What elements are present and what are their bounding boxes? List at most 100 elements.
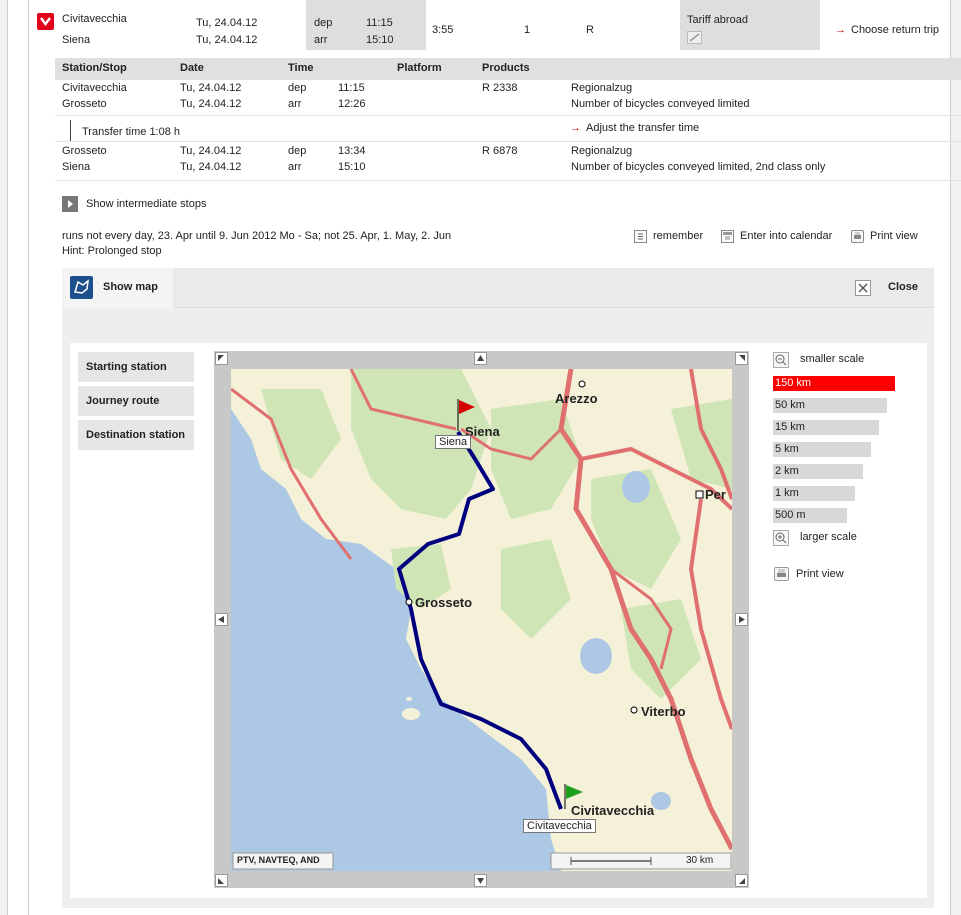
leg1-train-type: Regionalzug — [571, 82, 633, 94]
smaller-scale-link[interactable]: smaller scale — [800, 353, 864, 365]
enter-into-calendar-link[interactable]: Enter into calendar — [740, 230, 832, 242]
summary-arr-date: Tu, 24.04.12 — [196, 34, 258, 46]
summary-dep-time: 11:15 — [366, 17, 393, 29]
pan-west-arrow-icon[interactable] — [215, 613, 228, 626]
leg1-dep-station: Civitavecchia — [62, 82, 127, 94]
transfer-time: Transfer time 1:08 h — [82, 126, 181, 138]
leg2-dep-date: Tu, 24.04.12 — [180, 145, 242, 157]
map-label-civitavecchia: Civitavecchia — [571, 803, 655, 818]
tariff-icon[interactable] — [687, 31, 702, 44]
summary-duration: 3:55 — [432, 24, 454, 36]
map-label-viterbo: Viterbo — [641, 704, 686, 719]
divider — [55, 180, 961, 181]
map-station-box-civitavecchia[interactable]: Civitavecchia — [523, 819, 596, 833]
map-label-arezzo: Arezzo — [555, 391, 598, 406]
show-map-tab[interactable]: Show map — [62, 268, 173, 308]
adjust-transfer-link[interactable]: Adjust the transfer time — [586, 122, 699, 134]
header-time: Time — [288, 62, 314, 74]
summary-to-station: Siena — [62, 34, 91, 46]
leg1-dep-date: Tu, 24.04.12 — [180, 82, 242, 94]
hint-text: Hint: Prolonged stop — [62, 245, 162, 257]
map-print-icon[interactable] — [774, 567, 789, 581]
leg2-arr-station: Siena — [62, 161, 91, 173]
map-scale-label: 30 km — [686, 855, 714, 866]
zoom-in-icon[interactable] — [773, 530, 789, 546]
print-view-link[interactable]: Print view — [870, 230, 918, 242]
header-station: Station/Stop — [62, 62, 127, 74]
scale-2km[interactable]: 2 km — [773, 464, 863, 479]
arrow-icon: → — [835, 24, 846, 36]
leg2-dep-label: dep — [288, 145, 307, 157]
scale-500m[interactable]: 500 m — [773, 508, 847, 523]
journey-route-button[interactable]: Journey route — [78, 386, 194, 416]
scale-5km[interactable]: 5 km — [773, 442, 871, 457]
close-map-button[interactable]: Close — [888, 281, 918, 293]
transfer-line — [70, 120, 71, 142]
leg1-arr-label: arr — [288, 98, 302, 110]
scale-15km[interactable]: 15 km — [773, 420, 879, 435]
print-icon[interactable] — [851, 230, 864, 243]
scale-1km[interactable]: 1 km — [773, 486, 855, 501]
show-map-label: Show map — [103, 281, 159, 293]
scale-50km[interactable]: 50 km — [773, 398, 887, 413]
destination-station-button[interactable]: Destination station — [78, 420, 194, 450]
page: Civitavecchia Siena Tu, 24.04.12 Tu, 24.… — [0, 0, 961, 915]
map-copyright: PTV, NAVTEQ, AND — [237, 855, 320, 865]
leg1-arr-date: Tu, 24.04.12 — [180, 98, 242, 110]
leg1-note: Number of bicycles conveyed limited — [571, 98, 750, 110]
map-print-view-link[interactable]: Print view — [796, 568, 844, 580]
collapse-toggle-icon[interactable] — [37, 13, 54, 30]
pan-northwest-arrow-icon[interactable] — [215, 352, 228, 365]
leg2-dep-station: Grosseto — [62, 145, 107, 157]
right-border — [950, 0, 961, 915]
map-label-grosseto: Grosseto — [415, 595, 473, 610]
left-divider — [28, 0, 29, 915]
leg1-arr-station: Grosseto — [62, 98, 107, 110]
tariff-abroad-label: Tariff abroad — [687, 14, 748, 26]
leg2-dep-time: 13:34 — [338, 145, 366, 157]
expand-chevron-icon[interactable] — [62, 196, 78, 212]
divider — [55, 115, 961, 116]
summary-products: R — [586, 24, 594, 36]
leg2-note: Number of bicycles conveyed limited, 2nd… — [571, 161, 826, 173]
map-label-perugia: Per — [705, 487, 726, 502]
pan-south-arrow-icon[interactable] — [474, 874, 487, 887]
header-date: Date — [180, 62, 204, 74]
route-map[interactable]: Arezzo Siena Siena Per Grosseto Viterbo … — [231, 369, 732, 871]
choose-return-trip-link[interactable]: Choose return trip — [851, 24, 939, 36]
pan-east-arrow-icon[interactable] — [735, 613, 748, 626]
leg1-train[interactable]: R 2338 — [482, 82, 517, 94]
map-graphic — [231, 369, 732, 871]
leg2-train-type: Regionalzug — [571, 145, 633, 157]
leg2-train[interactable]: R 6878 — [482, 145, 517, 157]
summary-from-station: Civitavecchia — [62, 13, 127, 25]
zoom-out-icon[interactable] — [773, 352, 789, 368]
left-border — [0, 0, 8, 915]
header-products: Products — [482, 62, 530, 74]
close-icon[interactable] — [855, 280, 871, 296]
arrow-icon: → — [570, 122, 581, 134]
leg1-dep-time: 11:15 — [338, 82, 365, 94]
show-intermediate-stops-link[interactable]: Show intermediate stops — [86, 198, 206, 210]
leg1-dep-label: dep — [288, 82, 307, 94]
map-icon — [70, 276, 93, 299]
leg1-arr-time: 12:26 — [338, 98, 366, 110]
scale-150km[interactable]: 150 km — [773, 376, 895, 391]
leg2-arr-label: arr — [288, 161, 302, 173]
runs-note: runs not every day, 23. Apr until 9. Jun… — [62, 230, 452, 242]
starting-station-button[interactable]: Starting station — [78, 352, 194, 382]
map-tab-bar: Show map Close — [62, 268, 934, 308]
pan-northeast-arrow-icon[interactable] — [735, 352, 748, 365]
calendar-icon[interactable] — [721, 230, 734, 243]
pan-southwest-arrow-icon[interactable] — [215, 874, 228, 887]
leg2-arr-date: Tu, 24.04.12 — [180, 161, 242, 173]
pan-southeast-arrow-icon[interactable] — [735, 874, 748, 887]
summary-changes: 1 — [524, 24, 531, 36]
header-platform: Platform — [397, 62, 442, 74]
pan-north-arrow-icon[interactable] — [474, 352, 487, 365]
larger-scale-link[interactable]: larger scale — [800, 531, 857, 543]
map-station-box-siena[interactable]: Siena — [435, 435, 472, 449]
remember-icon[interactable] — [634, 230, 647, 243]
remember-link[interactable]: remember — [653, 230, 703, 242]
summary-dep-date: Tu, 24.04.12 — [196, 17, 258, 29]
